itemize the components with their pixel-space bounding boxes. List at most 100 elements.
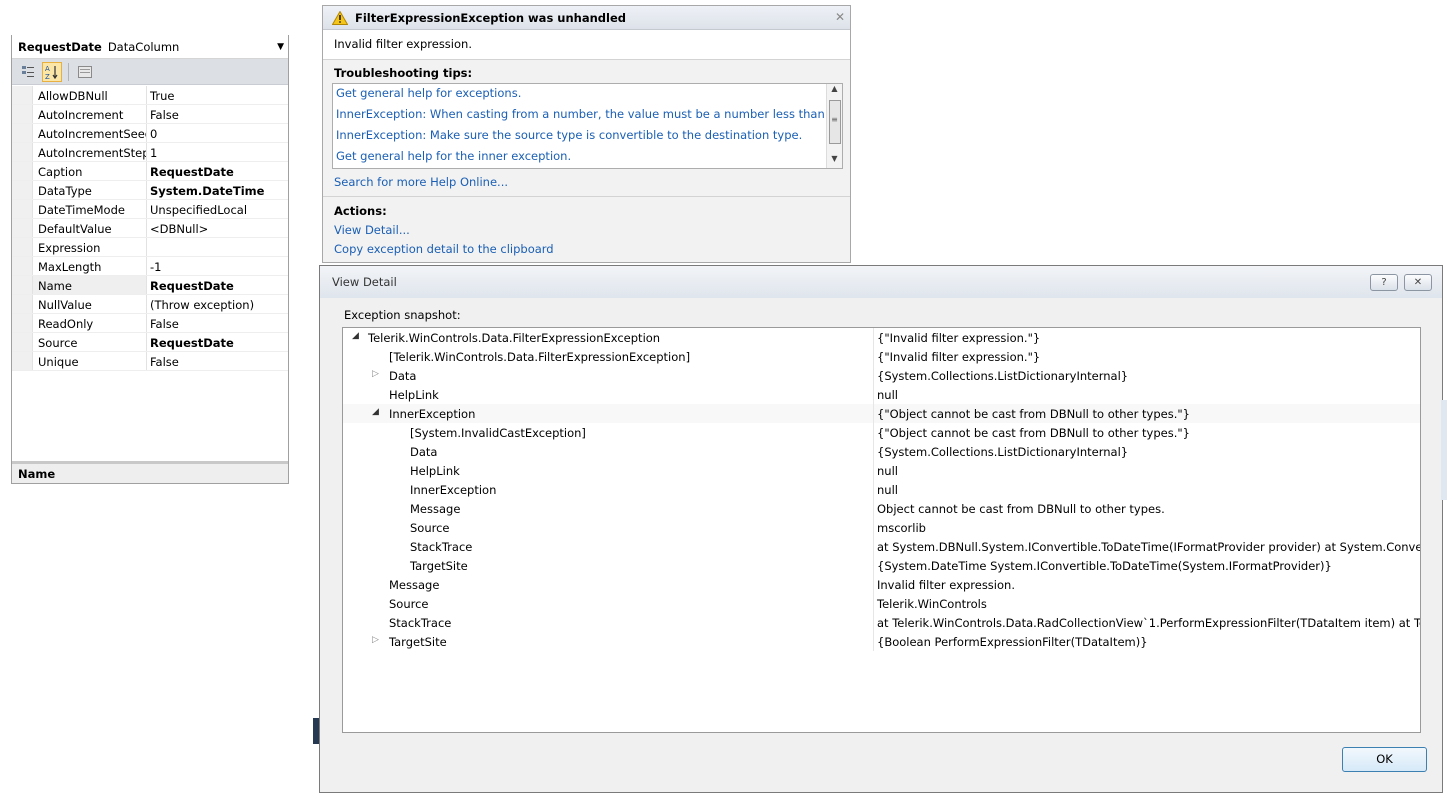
snapshot-row[interactable]: Message Invalid filter expression.	[343, 575, 1420, 594]
snapshot-name-cell: ▷ Data	[343, 366, 874, 385]
background-window-edge-right	[1441, 400, 1447, 500]
help-button[interactable]: ?	[1370, 274, 1398, 291]
property-pages-icon[interactable]	[75, 62, 95, 82]
snapshot-row[interactable]: StackTrace at Telerik.WinControls.Data.R…	[343, 613, 1420, 632]
close-icon[interactable]: ✕	[835, 10, 845, 24]
warning-icon	[332, 10, 348, 25]
tip-link[interactable]: InnerException: Make sure the source typ…	[333, 126, 842, 147]
tip-link[interactable]: Get general help for the inner exception…	[333, 147, 842, 168]
property-row[interactable]: AutoIncrementStep 1	[12, 143, 288, 162]
snapshot-name-cell: ▷ TargetSite	[343, 632, 874, 651]
exception-assistant: FilterExpressionException was unhandled …	[322, 5, 851, 263]
collapse-icon[interactable]: ◢	[372, 407, 379, 417]
tip-link[interactable]: InnerException: When casting from a numb…	[333, 105, 842, 126]
view-detail-link[interactable]: View Detail...	[334, 223, 410, 237]
snapshot-row[interactable]: Source mscorlib	[343, 518, 1420, 537]
property-row[interactable]: MaxLength -1	[12, 257, 288, 276]
snapshot-name-cell: HelpLink	[343, 385, 874, 404]
scroll-thumb[interactable]: ≡	[828, 100, 841, 144]
snapshot-row[interactable]: InnerException null	[343, 480, 1420, 499]
property-row[interactable]: Source RequestDate	[12, 333, 288, 352]
snapshot-name: Source	[410, 521, 450, 535]
property-value[interactable]: -1	[147, 257, 288, 275]
property-value[interactable]: RequestDate	[147, 162, 288, 180]
snapshot-row[interactable]: ◢ InnerException {"Object cannot be cast f…	[343, 404, 1420, 423]
property-name: Name	[33, 276, 147, 294]
property-row[interactable]: ReadOnly False	[12, 314, 288, 333]
snapshot-value: at System.DBNull.System.IConvertible.ToD…	[877, 540, 1420, 554]
property-row-gutter	[12, 257, 33, 275]
tip-link[interactable]: Get general help for exceptions.	[333, 84, 842, 105]
property-value[interactable]: UnspecifiedLocal	[147, 200, 288, 218]
snapshot-row[interactable]: [Telerik.WinControls.Data.FilterExpressi…	[343, 347, 1420, 366]
property-row[interactable]: DateTimeMode UnspecifiedLocal	[12, 200, 288, 219]
snapshot-row[interactable]: [System.InvalidCastException] {"Object ca…	[343, 423, 1420, 442]
snapshot-row[interactable]: StackTrace at System.DBNull.System.IConv…	[343, 537, 1420, 556]
property-row[interactable]: DataType System.DateTime	[12, 181, 288, 200]
collapse-icon[interactable]: ◢	[352, 331, 359, 341]
property-row-gutter	[12, 352, 33, 370]
snapshot-label: Exception snapshot:	[344, 308, 461, 322]
tips-label: Troubleshooting tips:	[334, 66, 473, 80]
snapshot-name: InnerException	[410, 483, 497, 497]
property-description-title: Name	[12, 461, 288, 483]
chevron-down-icon[interactable]: ▼	[277, 42, 284, 52]
property-row[interactable]: Caption RequestDate	[12, 162, 288, 181]
property-name: DefaultValue	[33, 219, 147, 237]
expand-icon[interactable]: ▷	[372, 635, 379, 645]
property-value[interactable]: RequestDate	[147, 333, 288, 351]
property-row[interactable]: NullValue (Throw exception)	[12, 295, 288, 314]
categorized-icon[interactable]	[18, 62, 38, 82]
property-name: AutoIncrementStep	[33, 143, 147, 161]
snapshot-row[interactable]: Source Telerik.WinControls	[343, 594, 1420, 613]
property-name: AutoIncrementSeed	[33, 124, 147, 142]
property-row[interactable]: AutoIncrementSeed 0	[12, 124, 288, 143]
scroll-down-icon[interactable]: ▼	[827, 154, 842, 168]
property-row[interactable]: AutoIncrement False	[12, 105, 288, 124]
snapshot-row[interactable]: ◢ Telerik.WinControls.Data.FilterExpressi…	[343, 328, 1420, 347]
snapshot-row[interactable]: HelpLink null	[343, 461, 1420, 480]
snapshot-name: TargetSite	[389, 635, 447, 649]
object-selector[interactable]: RequestDate DataColumn ▼	[12, 35, 288, 59]
property-row[interactable]: Name RequestDate	[12, 276, 288, 295]
property-row[interactable]: DefaultValue <DBNull>	[12, 219, 288, 238]
property-value[interactable]: False	[147, 105, 288, 123]
property-value[interactable]: False	[147, 352, 288, 370]
snapshot-row[interactable]: Data {System.Collections.ListDictionaryIn…	[343, 442, 1420, 461]
property-row[interactable]: AllowDBNull True	[12, 86, 288, 105]
snapshot-name: Source	[389, 597, 429, 611]
scroll-up-icon[interactable]: ▲	[827, 84, 842, 98]
property-row[interactable]: Unique False	[12, 352, 288, 371]
search-help-link[interactable]: Search for more Help Online...	[334, 175, 508, 189]
snapshot-row[interactable]: Message Object cannot be cast from DBNull…	[343, 499, 1420, 518]
property-value[interactable]	[147, 238, 288, 256]
property-name: Expression	[33, 238, 147, 256]
property-value[interactable]: (Throw exception)	[147, 295, 288, 313]
property-row-gutter	[12, 86, 33, 104]
property-value[interactable]: RequestDate	[147, 276, 288, 294]
expand-icon[interactable]: ▷	[372, 369, 379, 379]
property-value[interactable]: False	[147, 314, 288, 332]
tips-scrollbar[interactable]: ▲ ≡ ▼	[826, 84, 842, 168]
snapshot-name: HelpLink	[389, 388, 439, 402]
snapshot-row[interactable]: ▷ TargetSite {Boolean PerformExpressionFil…	[343, 632, 1420, 651]
property-value[interactable]: 1	[147, 143, 288, 161]
snapshot-row[interactable]: HelpLink null	[343, 385, 1420, 404]
property-name: ReadOnly	[33, 314, 147, 332]
snapshot-row[interactable]: ▷ Data {System.Collections.ListDictionaryI…	[343, 366, 1420, 385]
property-row[interactable]: Expression	[12, 238, 288, 257]
snapshot-row[interactable]: TargetSite {System.DateTime System.IConve…	[343, 556, 1420, 575]
snapshot-name-cell: ◢ InnerException	[343, 404, 874, 423]
property-row-gutter	[12, 238, 33, 256]
property-value[interactable]: <DBNull>	[147, 219, 288, 237]
object-name: RequestDate	[18, 39, 102, 54]
snapshot-name: Message	[410, 502, 461, 516]
property-value[interactable]: System.DateTime	[147, 181, 288, 199]
ok-button[interactable]: OK	[1342, 747, 1427, 772]
snapshot-name-cell: [Telerik.WinControls.Data.FilterExpressi…	[343, 347, 874, 366]
property-value[interactable]: 0	[147, 124, 288, 142]
property-value[interactable]: True	[147, 86, 288, 104]
sort-alphabetical-icon[interactable]: AZ	[42, 61, 62, 82]
close-button[interactable]: ✕	[1404, 274, 1432, 291]
copy-exception-link[interactable]: Copy exception detail to the clipboard	[334, 242, 554, 256]
